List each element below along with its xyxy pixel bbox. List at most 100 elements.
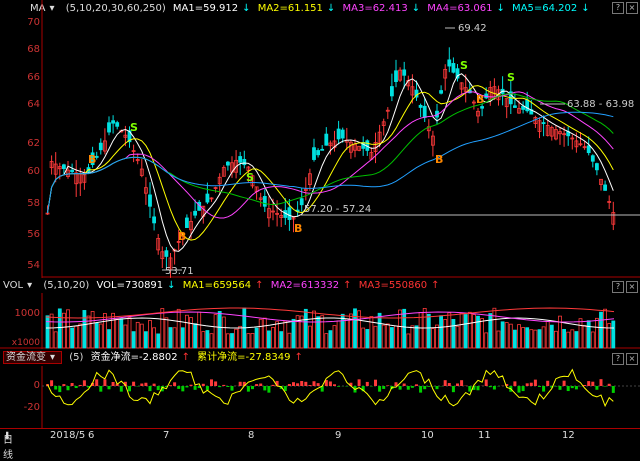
volume-bar [362, 328, 365, 348]
volume-bar [149, 320, 152, 348]
fund-bar [403, 384, 406, 386]
candle-body [587, 146, 590, 153]
volume-bar [206, 331, 209, 348]
fund-bar [477, 386, 480, 390]
fund-bar [559, 386, 562, 390]
volume-bar [71, 328, 74, 348]
volume-bar [608, 324, 611, 348]
candle-body [337, 129, 340, 139]
fund-cum: 累计净流=-27.8349 [197, 352, 290, 363]
fund-bar [132, 382, 135, 386]
volume-bar [54, 332, 57, 348]
fund-bar [218, 386, 221, 387]
fund-help-button[interactable]: ? [612, 353, 624, 365]
vol-header: VOL▾ (5,10,20) VOL=730891↓ MA1=659564↑ M… [3, 279, 443, 293]
volume-bar [546, 321, 549, 348]
volume-bar [108, 330, 111, 348]
candle-body [300, 199, 303, 205]
candle-body [62, 165, 65, 169]
candle-body [185, 218, 188, 228]
volume-bar [509, 324, 512, 348]
fund-bar [374, 380, 377, 386]
fund-cum-arrow: ↑ [294, 352, 302, 363]
fund-bar [263, 386, 266, 390]
volume-chart[interactable] [0, 293, 640, 349]
vol-indicator-dropdown[interactable]: VOL▾ [3, 280, 36, 291]
fund-bar [190, 385, 193, 386]
volume-bar [231, 334, 234, 348]
volume-bar [280, 332, 283, 348]
volume-bar [399, 310, 402, 348]
candle-body [149, 195, 152, 206]
candle-body [206, 194, 209, 202]
fund-close-icon[interactable]: × [626, 353, 638, 365]
volume-bar [169, 328, 172, 348]
fund-bar [448, 383, 451, 386]
vol-params: (5,10,20) [43, 280, 89, 291]
candle-body [513, 106, 516, 108]
fund-flow-chart[interactable] [0, 366, 640, 428]
volume-bar [304, 309, 307, 348]
date-label: 6 [88, 430, 94, 441]
fund-bar [526, 383, 529, 386]
candle-body [243, 159, 246, 164]
vol-close-icon[interactable]: × [626, 281, 638, 293]
volume-bar [247, 334, 250, 348]
candle-body [452, 63, 455, 72]
fund-bar [62, 384, 65, 386]
volume-bar [177, 309, 180, 348]
volume-bar [132, 332, 135, 348]
candle-body [542, 123, 545, 124]
volume-bar [185, 315, 188, 348]
vol-help-button[interactable]: ? [612, 281, 624, 293]
fund-bar [222, 385, 225, 386]
volume-bar [144, 332, 147, 348]
fund-indicator-dropdown[interactable]: 资金流变 ▾ [3, 351, 62, 364]
fund-bar [140, 384, 143, 386]
fund-bar [226, 386, 229, 387]
volume-bar [415, 326, 418, 348]
volume-bar [235, 329, 238, 348]
fund-bar [612, 386, 615, 393]
volume-bar [403, 309, 406, 348]
fund-bar [108, 386, 111, 389]
volume-bar [559, 316, 562, 348]
fund-net: 资金净流=-2.8802 [91, 352, 178, 363]
volume-bar [259, 319, 262, 348]
fund-bar [386, 385, 389, 386]
price-chart[interactable]: 69.42 53.71 57.20 - 57.24 63.88 - 63.98 … [0, 0, 640, 278]
fund-net-arrow: ↑ [182, 352, 190, 363]
help-button[interactable]: ? [612, 2, 624, 14]
volume-bar [140, 324, 143, 348]
candle-body [390, 87, 393, 96]
fund-bar [563, 381, 566, 386]
chevron-down-icon: ▾ [27, 280, 32, 291]
volume-bar [579, 319, 582, 348]
candle-body [403, 70, 406, 75]
volume-bar [58, 309, 61, 348]
volume-bar [427, 314, 430, 348]
volume-bar [288, 333, 291, 348]
fund-bar [542, 386, 545, 392]
buy-signal: B [88, 153, 96, 166]
volume-bar [472, 315, 475, 348]
volume-bar [505, 323, 508, 348]
candle-body [317, 150, 320, 154]
volume-bar [583, 325, 586, 348]
candle-body [604, 185, 607, 190]
fund-bar [239, 382, 242, 386]
volume-bar [120, 319, 123, 348]
fund-bar [272, 385, 275, 386]
volume-bar [407, 334, 410, 348]
chevron-down-icon: ▾ [50, 352, 55, 363]
fund-bar [206, 386, 209, 390]
vol-ma1-arrow: ↑ [255, 280, 263, 291]
fund-indicator-label: 资金流变 [6, 352, 46, 363]
date-label: 2018/5 [50, 430, 85, 441]
volume-bar [251, 333, 254, 348]
sell-signal: S [460, 59, 468, 72]
buy-signal: B [476, 93, 484, 106]
volume-bar [460, 313, 463, 348]
volume-bar [91, 311, 94, 348]
close-icon[interactable]: × [626, 2, 638, 14]
